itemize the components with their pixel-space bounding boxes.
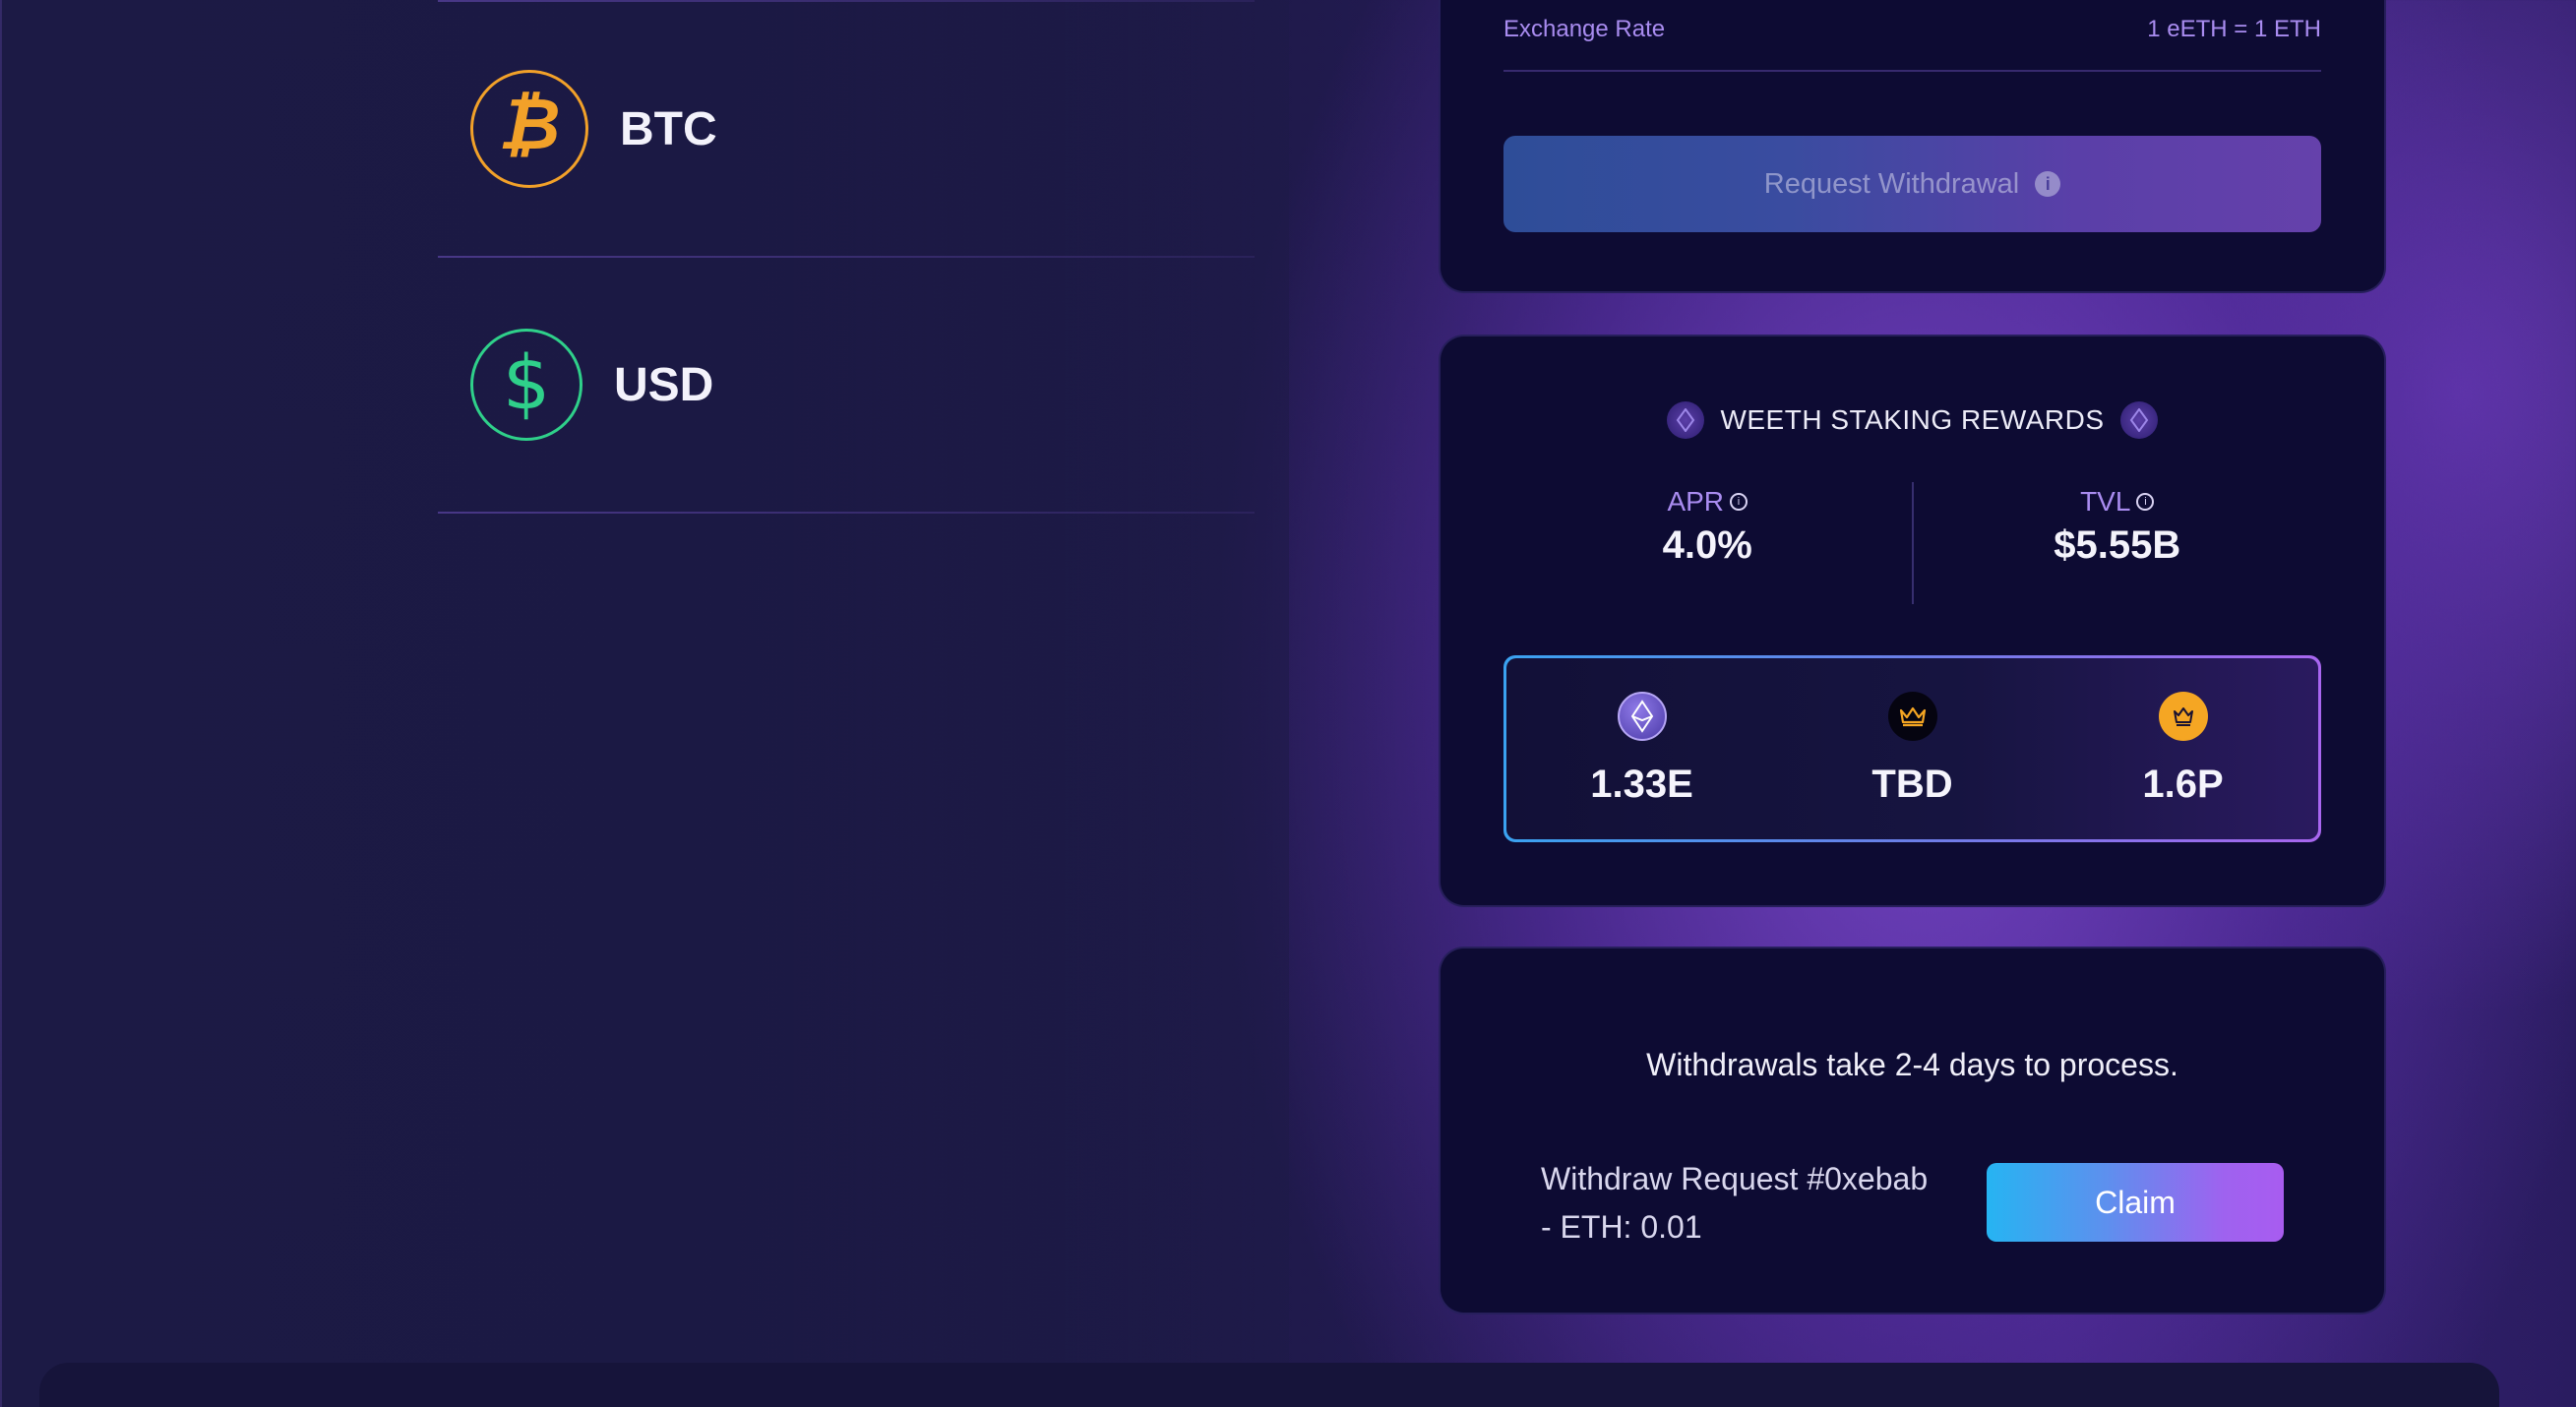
asset-name: USD: [614, 358, 714, 411]
request-withdrawal-label: Request Withdrawal: [1763, 167, 2020, 200]
tvl-stat: TVL i $5.55B: [1914, 486, 2322, 606]
claim-button[interactable]: Claim: [1987, 1163, 2284, 1242]
points-box: 1.33E TBD 1.6P: [1503, 655, 2321, 842]
points-inner: 1.33E TBD 1.6P: [1506, 658, 2318, 839]
app-frame: ₿ BTC $ USD Exchange Rate 1 eETH = 1 ETH…: [0, 0, 2576, 1407]
withdraw-request-amount: - ETH: 0.01: [1541, 1209, 1702, 1245]
weeth-icon: [2119, 401, 2158, 439]
rewards-title: WEETH STAKING REWARDS: [1441, 401, 2384, 439]
asset-row-btc[interactable]: ₿ BTC: [438, 2, 1255, 256]
crown-icon: [1887, 691, 1937, 741]
exchange-rate-row: Exchange Rate 1 eETH = 1 ETH: [1503, 16, 2321, 43]
rewards-title-text: WEETH STAKING REWARDS: [1720, 404, 2105, 435]
bottom-panel-edge: [39, 1363, 2499, 1407]
info-icon[interactable]: i: [1730, 493, 1748, 511]
exchange-rate-label: Exchange Rate: [1503, 16, 1666, 42]
crown-points-value: TBD: [1871, 762, 1953, 806]
asset-row-usd[interactable]: $ USD: [438, 258, 1255, 512]
asset-list: ₿ BTC $ USD: [438, 0, 1255, 514]
divider: [438, 512, 1255, 514]
asset-name: BTC: [620, 102, 717, 155]
king-points-value: 1.6P: [2142, 762, 2224, 806]
exchange-rate-value: 1 eETH = 1 ETH: [2147, 16, 2321, 42]
eth-points-value: 1.33E: [1590, 762, 1693, 806]
info-icon[interactable]: i: [2136, 493, 2155, 511]
stats-row: APR i 4.0% TVL i $5.55B: [1503, 482, 2322, 606]
apr-label-text: APR: [1667, 486, 1725, 517]
svg-text:$: $: [503, 345, 550, 424]
apr-value: 4.0%: [1662, 523, 1752, 567]
info-icon[interactable]: i: [2035, 171, 2061, 197]
svg-text:₿: ₿: [498, 90, 560, 165]
claim-card: Withdrawals take 2-4 days to process. Wi…: [1439, 947, 2386, 1315]
eth-points-icon: [1617, 691, 1667, 741]
withdraw-request-id: Withdraw Request #0xebab: [1541, 1161, 1929, 1196]
points-item-crown: TBD: [1814, 691, 2011, 807]
divider: [1503, 70, 2321, 72]
points-item-eth: 1.33E: [1544, 691, 1741, 807]
apr-label: APR i: [1667, 486, 1748, 518]
king-points-icon: [2158, 691, 2208, 741]
staking-rewards-card: WEETH STAKING REWARDS APR i 4.0% TVL i $…: [1439, 335, 2386, 907]
withdrawal-note: Withdrawals take 2-4 days to process.: [1646, 1047, 2178, 1082]
tvl-label: TVL i: [2080, 486, 2155, 518]
request-withdrawal-button[interactable]: Request Withdrawal i: [1503, 136, 2321, 232]
withdraw-request-info: Withdraw Request #0xebab - ETH: 0.01: [1541, 1155, 1974, 1252]
bitcoin-icon: ₿: [470, 70, 588, 188]
apr-stat: APR i 4.0%: [1503, 486, 1912, 606]
tvl-value: $5.55B: [2054, 523, 2181, 567]
withdraw-card: Exchange Rate 1 eETH = 1 ETH Request Wit…: [1439, 0, 2386, 293]
dollar-icon: $: [470, 329, 583, 441]
points-item-king: 1.6P: [2085, 691, 2282, 807]
tvl-label-text: TVL: [2080, 486, 2131, 517]
weeth-icon: [1667, 401, 1705, 439]
